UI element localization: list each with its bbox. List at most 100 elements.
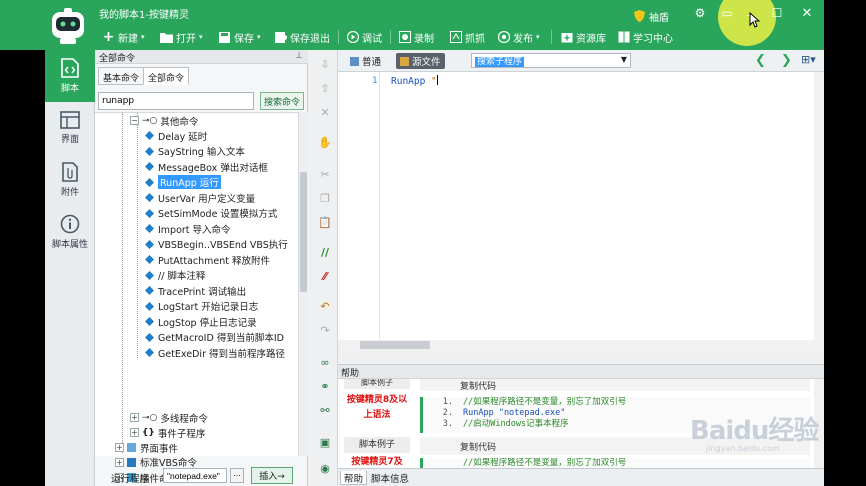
debug-button[interactable]: 调试: [346, 28, 382, 46]
editor-scrollbar-thumb[interactable]: [360, 341, 430, 349]
pin-icon[interactable]: ⊥: [295, 51, 303, 61]
command-panel: 全部命令 ⊥ 基本命令 全部命令 搜索命令 − ⊸○ 其他命令 Delay 延时…: [95, 50, 308, 486]
editor-toolbar: 普通 源文件 搜索子程序 ▼ ❮ ❯ ⊞▾: [338, 50, 824, 72]
command-search-input[interactable]: [98, 92, 254, 110]
tree-item[interactable]: Delay 延时: [145, 128, 207, 143]
editor-vertical-scrollbar[interactable]: [814, 72, 824, 340]
tree-item[interactable]: Import 导入命令: [145, 221, 231, 236]
tree-item[interactable]: RunApp 运行: [145, 175, 221, 190]
editor-horizontal-scrollbar[interactable]: [338, 340, 824, 350]
nav-item-script[interactable]: 脚本: [45, 50, 95, 102]
tree-item[interactable]: SetSimMode 设置模拟方式: [145, 206, 277, 221]
screenshot-icon[interactable]: ▣: [317, 434, 333, 450]
save-button[interactable]: 保存 ▾: [218, 28, 261, 46]
text-caret: [436, 75, 438, 85]
tree-scrollbar[interactable]: [298, 112, 308, 456]
layout-icon[interactable]: ⊞▾: [801, 53, 816, 66]
copy-code-link[interactable]: 复制代码: [420, 379, 810, 391]
tree-group-event-subroutine[interactable]: + {} 事件子程序: [130, 425, 205, 440]
tree-item[interactable]: VBSBegin..VBSEnd VBS执行: [145, 237, 288, 252]
tree-item[interactable]: LogStop 停止日志记录: [145, 314, 257, 329]
code-line[interactable]: RunApp ": [391, 75, 438, 87]
command-icon: [145, 286, 154, 295]
nav-item-attachment[interactable]: 附件: [45, 154, 95, 206]
replace-icon[interactable]: ⚯: [317, 402, 333, 418]
tree-group-ui-events[interactable]: + 界面事件: [115, 440, 178, 455]
gear-icon[interactable]: ⚙: [690, 6, 710, 20]
tab-help[interactable]: 帮助: [340, 471, 368, 485]
find-icon[interactable]: ∞: [317, 354, 333, 370]
subroutine-select[interactable]: 搜索子程序 ▼: [471, 53, 631, 68]
insert-button[interactable]: 插入→: [251, 467, 293, 484]
tree-item[interactable]: SayString 输入文本: [145, 144, 245, 159]
command-icon: [145, 162, 154, 171]
expand-icon[interactable]: +: [130, 413, 139, 422]
tree-item[interactable]: UserVar 用户定义变量: [145, 190, 255, 205]
tree-item[interactable]: // 脚本注释: [145, 268, 205, 283]
tree-group-multithread[interactable]: + ⊸○ 多线程命令: [130, 410, 208, 425]
cut-icon[interactable]: ✂: [317, 166, 333, 182]
tab-source-view[interactable]: 源文件: [396, 53, 445, 69]
attachment-icon: [62, 162, 78, 182]
run-program-input[interactable]: [163, 468, 227, 483]
find-next-icon[interactable]: ⚭: [317, 378, 333, 394]
save-exit-icon: [274, 31, 287, 44]
view-icon[interactable]: ◉: [317, 460, 333, 476]
hand-icon[interactable]: ✋: [317, 134, 333, 150]
tab-normal-view[interactable]: 普通: [346, 53, 385, 69]
source-view-icon: [400, 56, 409, 66]
browse-button[interactable]: ...: [230, 468, 244, 483]
play-icon: [346, 31, 359, 44]
tab-all-commands[interactable]: 全部命令: [143, 67, 190, 85]
tree-item-label: LogStop 停止日志记录: [158, 317, 257, 329]
delete-icon[interactable]: ✕: [317, 104, 333, 120]
expand-icon[interactable]: +: [130, 428, 139, 437]
copy-icon[interactable]: ❐: [317, 190, 333, 206]
next-arrow-icon[interactable]: ❯: [781, 53, 792, 68]
undo-icon[interactable]: ↶: [317, 298, 333, 314]
tree-item[interactable]: MessageBox 弹出对话框: [145, 159, 268, 174]
tree-item-label: RunApp 运行: [158, 175, 221, 189]
tab-script-info[interactable]: 脚本信息: [368, 471, 412, 485]
move-up-icon[interactable]: ⇧: [317, 80, 333, 96]
command-icon: [145, 208, 154, 218]
command-icon: [145, 193, 154, 202]
publish-button[interactable]: 发布 ▾: [497, 28, 540, 46]
comment-icon[interactable]: //: [317, 244, 333, 260]
nav-item-ui[interactable]: 界面: [45, 102, 95, 154]
code-editor[interactable]: 1 RunApp ": [338, 72, 824, 350]
uncomment-icon[interactable]: ⁄⁄: [317, 268, 333, 284]
tree-group-other-commands[interactable]: − ⊸○ 其他命令: [130, 113, 198, 128]
close-icon[interactable]: ✕: [797, 6, 817, 21]
save-exit-button[interactable]: 保存退出: [274, 28, 330, 46]
skin-icon[interactable]: ▭: [717, 6, 737, 20]
move-down-icon[interactable]: ⇩: [317, 56, 333, 72]
resource-library-button[interactable]: 资源库: [560, 28, 606, 46]
paste-icon[interactable]: 📋: [317, 214, 333, 230]
redo-icon[interactable]: ↷: [317, 322, 333, 338]
capture-button[interactable]: 抓抓: [449, 28, 485, 46]
nav-item-script-properties[interactable]: 脚本属性: [45, 206, 95, 258]
shield-button[interactable]: 袖盾: [633, 7, 669, 25]
open-button[interactable]: 打开 ▾: [160, 28, 203, 46]
tree-item[interactable]: TracePrint 调试输出: [145, 283, 246, 298]
maximize-icon[interactable]: ☐: [767, 6, 787, 20]
new-button[interactable]: + 新建 ▾: [102, 28, 145, 46]
tree-scrollbar-thumb[interactable]: [300, 172, 307, 292]
app-logo-icon: [52, 8, 84, 44]
search-command-button[interactable]: 搜索命令: [260, 92, 304, 110]
tab-basic-commands[interactable]: 基本命令: [98, 67, 145, 85]
record-button[interactable]: 录制: [398, 28, 434, 46]
command-icon: [145, 332, 154, 342]
collapse-icon[interactable]: −: [130, 116, 139, 125]
learning-center-button[interactable]: 学习中心: [617, 28, 673, 46]
tree-item[interactable]: GetExeDir 得到当前程序路径: [145, 345, 285, 360]
prev-arrow-icon[interactable]: ❮: [755, 53, 766, 68]
command-icon: [145, 224, 154, 233]
tree-item[interactable]: GetMacroID 得到当前脚本ID: [145, 330, 284, 345]
group-icon: ⊸○: [142, 412, 158, 423]
tree-item[interactable]: LogStart 开始记录日志: [145, 299, 258, 314]
tree-item[interactable]: PutAttachment 释放附件: [145, 252, 270, 267]
expand-icon[interactable]: +: [115, 443, 124, 452]
title-bar: 我的脚本1-按键精灵 袖盾 ⚙ ▭ _ ☐ ✕ + 新建 ▾ 打开 ▾ 保存 ▾…: [0, 0, 824, 50]
